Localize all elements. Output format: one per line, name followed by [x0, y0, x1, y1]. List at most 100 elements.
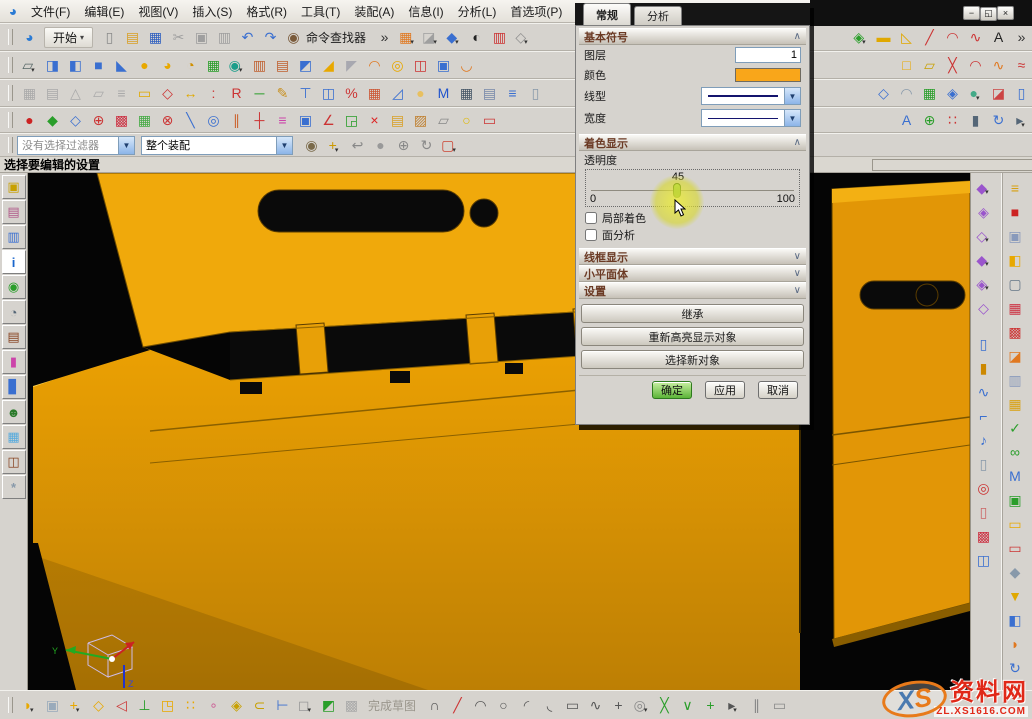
group-wireframe-display[interactable]: 线框显示 ∨: [579, 248, 806, 265]
swept-surface-icon[interactable]: ◠: [894, 82, 917, 105]
restore-button[interactable]: ◱: [980, 7, 997, 21]
open-box-icon[interactable]: ▭: [1003, 512, 1026, 535]
chain-icon[interactable]: ⊂: [247, 694, 270, 717]
show-hide-icon[interactable]: ◆: [40, 109, 63, 132]
color-map-icon[interactable]: ▦: [362, 82, 385, 105]
group-shaded-display[interactable]: 着色显示 ∧: [579, 134, 806, 151]
box-feature-icon[interactable]: □: [894, 54, 917, 77]
mount-icon[interactable]: ◆: [1003, 560, 1026, 583]
display-mode-icon[interactable]: ◆▾: [441, 26, 464, 49]
caret-down-icon[interactable]: ▼: [118, 137, 134, 154]
shaded-view-icon[interactable]: ◐: [464, 26, 487, 49]
draft-analysis-icon[interactable]: ◿: [385, 82, 408, 105]
pin-orange-icon[interactable]: ▮: [971, 356, 994, 379]
offset-curve-icon[interactable]: ∿: [986, 54, 1009, 77]
block-icon[interactable]: ■: [86, 54, 109, 77]
start-button[interactable]: 开始▾: [44, 27, 93, 48]
sphere-icon[interactable]: ●: [132, 54, 155, 77]
split-body-icon[interactable]: ◧: [1003, 248, 1026, 271]
cancel-button[interactable]: 取消: [758, 381, 798, 399]
menu-item[interactable]: 装配(A): [347, 3, 401, 21]
component-grayed-icon[interactable]: ▤: [40, 82, 63, 105]
grid-red2-icon[interactable]: ▩: [1003, 320, 1026, 343]
text-tool-icon[interactable]: A: [986, 26, 1009, 49]
layer-settings-icon[interactable]: ⊕: [86, 109, 109, 132]
select-new-objects-button[interactable]: 选择新对象: [581, 350, 804, 369]
menu-item[interactable]: 信息(I): [401, 3, 450, 21]
grayed-grid-icon[interactable]: ▩: [339, 694, 362, 717]
chevron-down-icon[interactable]: ∨: [794, 251, 801, 262]
transparency-slider[interactable]: 45 0 100: [585, 169, 800, 207]
apply-button[interactable]: 应用: [705, 381, 745, 399]
chevron-up-icon[interactable]: ∧: [794, 137, 801, 148]
quick-extend-icon[interactable]: ∨: [675, 694, 698, 717]
parallel-constraint-icon[interactable]: ∥: [744, 694, 767, 717]
menu-item[interactable]: 插入(S): [185, 3, 239, 21]
quick-trim-icon[interactable]: ╳: [652, 694, 675, 717]
bulb-icon[interactable]: ○: [454, 109, 477, 132]
datum-grayed-icon[interactable]: △: [63, 82, 86, 105]
swept-icon[interactable]: ◡: [454, 54, 477, 77]
chevron-down-icon[interactable]: ∨: [794, 285, 801, 296]
pull-face-icon[interactable]: ◈: [971, 200, 994, 223]
doc-check-icon[interactable]: ▣: [1003, 488, 1026, 511]
measure-length-icon[interactable]: ↔: [178, 82, 201, 105]
layer-visible-icon[interactable]: ⊗: [155, 109, 178, 132]
blend-icon[interactable]: ◕: [155, 54, 178, 77]
ruler-icon[interactable]: ▬: [871, 26, 894, 49]
viewport-3d[interactable]: Y Z: [28, 173, 970, 690]
undo-icon[interactable]: ↶: [235, 26, 258, 49]
sketch-icon[interactable]: ▱▾: [17, 54, 40, 77]
ellipse-icon[interactable]: ◎▾: [629, 694, 652, 717]
rainbow-layers-icon[interactable]: ≡: [270, 109, 293, 132]
move-face-icon[interactable]: ◆▾: [971, 176, 994, 199]
assembly-cubes-icon[interactable]: ▣: [40, 694, 63, 717]
pattern-face-icon[interactable]: ◇: [971, 296, 994, 319]
width-select[interactable]: ▼: [701, 109, 801, 127]
layers-grayed-icon[interactable]: ≡: [109, 82, 132, 105]
spreadsheet-icon[interactable]: ▦▾: [395, 26, 418, 49]
internet-tab[interactable]: i: [2, 250, 26, 274]
draft-icon[interactable]: ◢: [316, 54, 339, 77]
sweep-icon[interactable]: ◠: [362, 54, 385, 77]
key-doc-icon[interactable]: ▱: [917, 54, 940, 77]
pin-icon[interactable]: ▯: [971, 332, 994, 355]
measure-m-icon[interactable]: M: [1003, 464, 1026, 487]
boolean-icon[interactable]: ◉▾: [224, 54, 247, 77]
move-snap-icon[interactable]: ⊕: [391, 134, 414, 157]
pin-red-icon[interactable]: ▯: [971, 500, 994, 523]
target-icon[interactable]: ◎: [971, 476, 994, 499]
new-file-icon[interactable]: ▯: [97, 26, 120, 49]
gift-box-icon[interactable]: ▩: [971, 524, 994, 547]
layers-red-icon[interactable]: ▦: [1003, 296, 1026, 319]
deviation-icon[interactable]: %: [339, 82, 362, 105]
swirl-icon[interactable]: ↻: [1003, 656, 1026, 679]
assembly-navigator-tab[interactable]: ▣: [2, 175, 26, 199]
chamfer-icon[interactable]: ◤: [339, 54, 362, 77]
sketch-circle-icon[interactable]: ○: [491, 694, 514, 717]
grid-red-icon[interactable]: ∷: [940, 109, 963, 132]
point-icon[interactable]: +: [606, 694, 629, 717]
nx-logo-icon[interactable]: ◕: [17, 26, 40, 49]
list-icon[interactable]: ≡: [500, 82, 523, 105]
pair-blue-icon[interactable]: ◧: [1003, 608, 1026, 631]
minimize-button[interactable]: −: [963, 6, 980, 20]
save-icon[interactable]: ▦: [143, 26, 166, 49]
simple-distance-icon[interactable]: ─: [247, 82, 270, 105]
measure-distance-icon[interactable]: ▭: [132, 82, 155, 105]
wrap-icon[interactable]: ▣: [1003, 224, 1026, 247]
target-anchor-icon[interactable]: ⊕: [917, 109, 940, 132]
pin-blue-icon[interactable]: ▮: [963, 109, 986, 132]
grid-icon[interactable]: ▤: [477, 82, 500, 105]
chevron-up-icon[interactable]: ∧: [794, 31, 801, 42]
section-view-icon[interactable]: ▥: [487, 26, 510, 49]
move-component-icon[interactable]: ◗▾: [17, 694, 40, 717]
menu-item[interactable]: 编辑(E): [77, 3, 131, 21]
bounded-plane-icon[interactable]: ◈: [940, 82, 963, 105]
visual-effects-tab[interactable]: ▊: [2, 375, 26, 399]
window-icon[interactable]: ▢: [1003, 272, 1026, 295]
calculator-icon[interactable]: ▦: [454, 82, 477, 105]
command-finder-label[interactable]: 命令查找器: [306, 29, 366, 46]
palette-tab[interactable]: ▤: [2, 325, 26, 349]
annotation-doc-icon[interactable]: ▱: [431, 109, 454, 132]
